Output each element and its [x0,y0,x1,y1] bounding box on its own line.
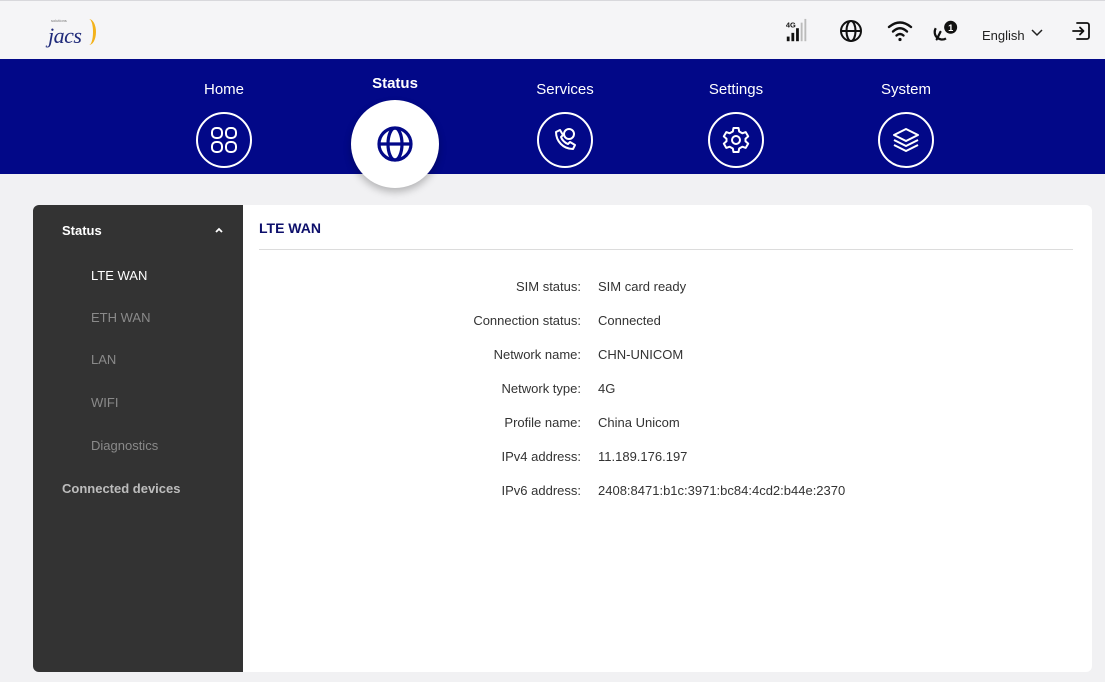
logo-text: jacs [48,23,82,48]
logo-arc [82,19,96,45]
grid-icon[interactable] [196,112,252,168]
info-value: 4G [598,381,616,396]
info-value: Connected [598,313,661,328]
info-value: SIM card ready [598,279,687,294]
title-divider [259,249,1073,250]
sidebar: Status LTE WAN ETH WAN LAN WIFI Diagnost… [33,205,243,672]
sidebar-item-diagnostics[interactable]: Diagnostics [91,438,158,453]
layers-icon[interactable] [878,112,934,168]
nav-item-home[interactable]: Home [164,59,284,98]
sidebar-item-connected-devices[interactable]: Connected devices [62,481,181,496]
sidebar-section-status[interactable]: Status [62,223,102,238]
sidebar-item-eth-wan[interactable]: ETH WAN [91,310,150,325]
nav-item-settings[interactable]: Settings [676,59,796,98]
main-panel: LTE WAN SIM status: SIM card ready Conne… [243,205,1092,672]
chevron-down-icon[interactable] [1030,26,1044,45]
top-bar: solutions jacs 4G 1 English [0,0,1105,59]
phone-icon[interactable] [537,112,593,168]
logout-icon[interactable] [1068,18,1094,44]
nav-label-home: Home [203,81,244,98]
info-value: CHN-UNICOM [598,347,684,362]
nav-item-system[interactable]: System [846,59,966,98]
nav-label-system: System [880,81,931,98]
wifi-icon[interactable] [887,18,913,44]
info-key: IPv4 address: [501,449,582,464]
notification-count: 1 [948,23,953,33]
internet-globe-icon[interactable] [838,18,864,44]
globe-icon[interactable] [351,100,439,188]
info-key: Network type: [501,381,581,396]
nav-item-status[interactable]: Status [335,59,455,92]
notification-icon[interactable]: 1 [933,18,959,44]
main-nav: Home Status Services Settings System [0,59,1105,188]
nav-label-settings: Settings [708,81,764,98]
page-title: LTE WAN [259,220,321,236]
signal-4g-icon[interactable]: 4G [784,18,810,44]
nav-item-services[interactable]: Services [505,59,625,98]
language-select[interactable]: English [982,28,1025,43]
info-key: Connection status: [473,313,581,328]
gear-icon[interactable] [708,112,764,168]
signal-label: 4G [786,20,796,29]
info-key: Network name: [493,347,581,362]
info-value: China Unicom [598,415,680,430]
info-key: Profile name: [504,415,581,430]
info-key: IPv6 address: [501,483,582,498]
sidebar-item-lan[interactable]: LAN [91,352,116,367]
jacs-logo[interactable]: solutions jacs [48,15,96,49]
info-value: 11.189.176.197 [598,449,688,464]
sidebar-item-wifi[interactable]: WIFI [91,395,118,410]
nav-label-services: Services [536,81,594,98]
info-key: SIM status: [515,279,581,294]
chevron-up-icon[interactable] [213,223,225,241]
sidebar-item-lte-wan[interactable]: LTE WAN [91,268,147,283]
info-value: 2408:8471:b1c:3971:bc84:4cd2:b44e:2370 [598,483,846,498]
nav-label-status: Status [372,75,418,92]
